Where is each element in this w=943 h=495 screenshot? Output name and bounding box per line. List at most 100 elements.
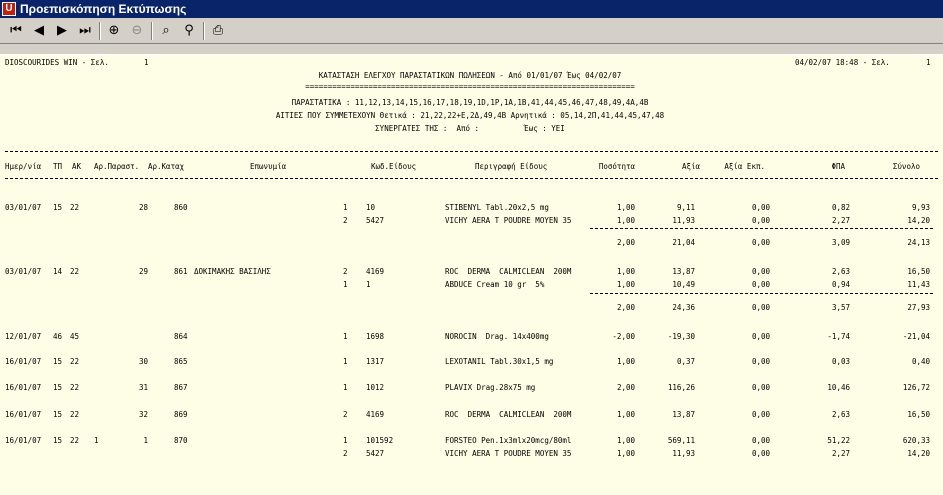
row-synolo: 14,20 bbox=[907, 449, 930, 458]
row-kod-eidous: 4169 bbox=[366, 410, 385, 419]
subtotal-synolo: 24,13 bbox=[907, 238, 930, 247]
prev-page-icon[interactable]: ◀ bbox=[29, 21, 49, 41]
row-synolo: 14,20 bbox=[907, 216, 930, 225]
window-title: Προεπισκόπηση Εκτύπωσης bbox=[20, 2, 187, 16]
toolbar-separator bbox=[151, 22, 153, 40]
last-page-icon[interactable]: ⏭ bbox=[75, 21, 95, 41]
row-perigrafi: ABDUCE Cream 10 gr 5% bbox=[445, 280, 545, 289]
row-ak: 22 bbox=[70, 383, 80, 392]
report-title-rule: ========================================… bbox=[305, 82, 635, 91]
subtotal-fpa: 3,57 bbox=[831, 303, 850, 312]
row-kod-eidous: 1698 bbox=[366, 332, 385, 341]
row-axia: 13,87 bbox=[672, 410, 695, 419]
row-extra: 1 bbox=[94, 436, 99, 445]
subtotal-axia-ekp: 0,00 bbox=[751, 238, 770, 247]
row-axia: 11,93 bbox=[672, 216, 695, 225]
row-kod-eidous: 101592 bbox=[366, 436, 394, 445]
row-ar-parast: 1 bbox=[143, 436, 148, 445]
zoom-in-icon[interactable]: ⊕ bbox=[104, 21, 124, 41]
row-posotita: 1,00 bbox=[616, 410, 635, 419]
report-synergates: ΣΥΝΕΡΓΑΤΕΣ ΤΗΣ : Από : Έως : ΥΕΙ bbox=[375, 124, 565, 133]
binoculars-icon[interactable]: ⌕ bbox=[156, 21, 176, 41]
header-perigrafi: Περιγραφή Είδους bbox=[475, 162, 548, 171]
row-synolo: 620,33 bbox=[902, 436, 930, 445]
row-seq: 1 bbox=[343, 280, 348, 289]
report-aities: ΑΙΤΙΕΣ ΠΟΥ ΣΥΜΜΕΤΕΧΟΥΝ Θετικά : 21,22,22… bbox=[275, 111, 665, 120]
zoom-out-icon[interactable]: ⊖ bbox=[127, 21, 147, 41]
subtotal-axia-ekp: 0,00 bbox=[751, 303, 770, 312]
row-synolo: 0,40 bbox=[911, 357, 930, 366]
row-perigrafi: LEXOTANIL Tabl.30x1,5 mg bbox=[445, 357, 554, 366]
row-fpa: -1,74 bbox=[827, 332, 850, 341]
row-ar-parast: 29 bbox=[138, 267, 148, 276]
row-synolo: 16,50 bbox=[907, 267, 930, 276]
row-tp: 46 bbox=[53, 332, 63, 341]
row-tp: 15 bbox=[53, 357, 63, 366]
row-eponymia: ΔΟΚΙΜΑΚΗΣ ΒΑΣΙΛΗΣ bbox=[194, 267, 271, 276]
row-date: 16/01/07 bbox=[5, 410, 42, 419]
row-posotita: 1,00 bbox=[616, 267, 635, 276]
report-title: ΚΑΤΑΣΤΑΣΗ ΕΛΕΓΧΟΥ ΠΑΡΑΣΤΑΤΙΚΩΝ ΠΩΛΗΣΕΩΝ … bbox=[318, 71, 622, 80]
header-kod-eidous: Κωδ.Είδους bbox=[371, 162, 417, 171]
row-date: 03/01/07 bbox=[5, 267, 42, 276]
subtotal-axia: 24,36 bbox=[672, 303, 695, 312]
row-posotita: 2,00 bbox=[616, 383, 635, 392]
row-ak: 22 bbox=[70, 410, 80, 419]
row-perigrafi: PLAVIX Drag.28x75 mg bbox=[445, 383, 536, 392]
subtotal-axia: 21,04 bbox=[672, 238, 695, 247]
row-kod-eidous: 1317 bbox=[366, 357, 385, 366]
row-axia-ekp: 0,00 bbox=[751, 449, 770, 458]
row-posotita: 1,00 bbox=[616, 436, 635, 445]
app-icon: U bbox=[2, 2, 16, 16]
row-seq: 2 bbox=[343, 449, 348, 458]
report-parastatika: ΠΑΡΑΣΤΑΤΙΚΑ : 11,12,13,14,15,16,17,18,19… bbox=[291, 98, 649, 107]
row-kod-eidous: 4169 bbox=[366, 267, 385, 276]
report-page-number: 1 bbox=[144, 58, 149, 67]
row-perigrafi: VICHY AERA T POUDRE MOYEN 35 bbox=[445, 449, 572, 458]
header-eponymia: Επωνυμία bbox=[250, 162, 287, 171]
first-page-icon[interactable]: ⏮ bbox=[6, 21, 26, 41]
row-perigrafi: STIBENYL Tabl.20x2,5 mg bbox=[445, 203, 549, 212]
header-tp: ΤΠ bbox=[53, 162, 63, 171]
header-axia: Αξία bbox=[681, 162, 700, 171]
header-bottom-rule bbox=[5, 178, 938, 179]
subtotal-posotita: 2,00 bbox=[616, 303, 635, 312]
row-seq: 2 bbox=[343, 267, 348, 276]
row-ar-katax: 869 bbox=[174, 410, 188, 419]
row-seq: 1 bbox=[343, 357, 348, 366]
row-posotita: 1,00 bbox=[616, 280, 635, 289]
row-axia: 13,87 bbox=[672, 267, 695, 276]
row-axia: 10,49 bbox=[672, 280, 695, 289]
row-axia-ekp: 0,00 bbox=[751, 267, 770, 276]
row-tp: 15 bbox=[53, 410, 63, 419]
header-fpa: ΦΠΑ bbox=[831, 162, 845, 171]
row-synolo: 16,50 bbox=[907, 410, 930, 419]
row-perigrafi: ROC DERMA CALMICLEAN 200M bbox=[445, 410, 572, 419]
row-synolo: 126,72 bbox=[902, 383, 930, 392]
row-ar-katax: 870 bbox=[174, 436, 188, 445]
row-axia: 569,11 bbox=[667, 436, 695, 445]
row-axia-ekp: 0,00 bbox=[751, 436, 770, 445]
row-perigrafi: ROC DERMA CALMICLEAN 200M bbox=[445, 267, 572, 276]
row-fpa: 2,63 bbox=[831, 267, 850, 276]
row-tp: 15 bbox=[53, 383, 63, 392]
row-ar-katax: 865 bbox=[174, 357, 188, 366]
find-next-icon[interactable]: ⚲ bbox=[179, 21, 199, 41]
row-tp: 15 bbox=[53, 436, 63, 445]
header-posotita: Ποσότητα bbox=[598, 162, 635, 171]
row-ar-katax: 861 bbox=[174, 267, 188, 276]
row-ar-parast: 32 bbox=[138, 410, 148, 419]
row-fpa: 0,94 bbox=[831, 280, 850, 289]
row-seq: 1 bbox=[343, 203, 348, 212]
row-fpa: 2,63 bbox=[831, 410, 850, 419]
row-ar-katax: 860 bbox=[174, 203, 188, 212]
row-date: 03/01/07 bbox=[5, 203, 42, 212]
row-ak: 45 bbox=[70, 332, 80, 341]
next-page-icon[interactable]: ▶ bbox=[52, 21, 72, 41]
row-axia: 11,93 bbox=[672, 449, 695, 458]
row-tp: 15 bbox=[53, 203, 63, 212]
row-ar-katax: 864 bbox=[174, 332, 188, 341]
row-axia: 0,37 bbox=[676, 357, 695, 366]
header-axia-ekp: Αξία Εκπ. bbox=[724, 162, 765, 171]
printer-icon[interactable]: ⎙ bbox=[208, 21, 228, 41]
